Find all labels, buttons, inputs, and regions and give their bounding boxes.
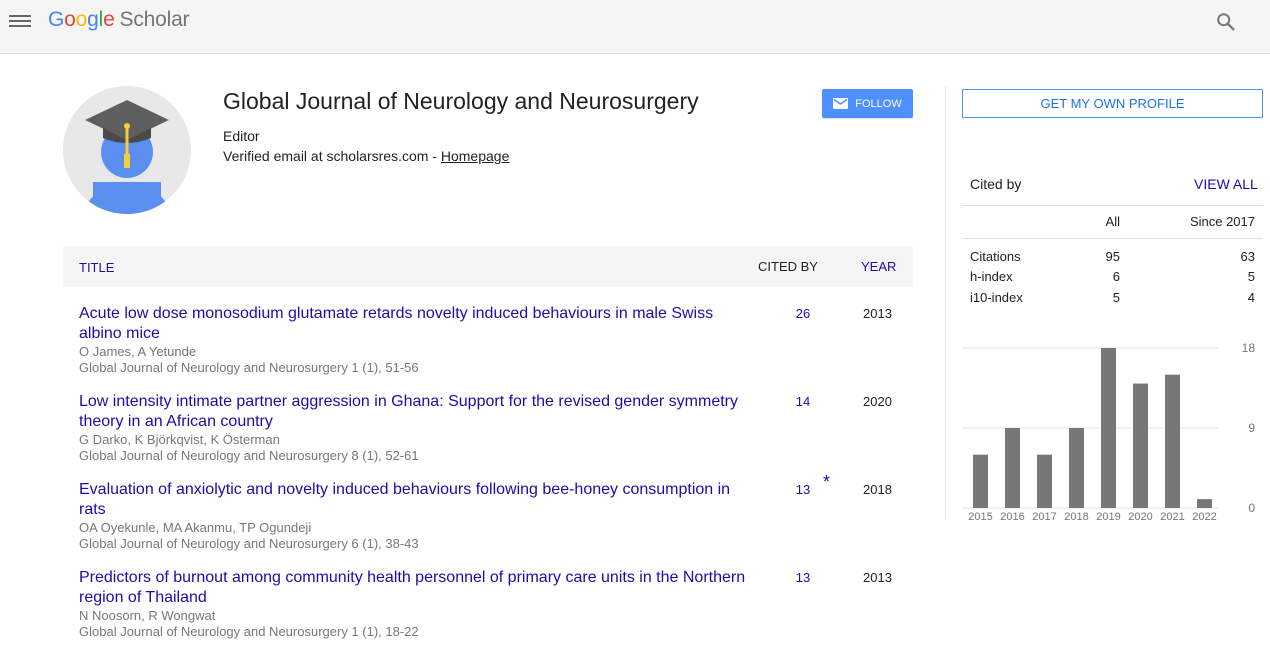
stat-label: Citations bbox=[970, 249, 1021, 264]
follow-button[interactable]: FOLLOW bbox=[822, 89, 913, 118]
hamburger-menu-icon[interactable] bbox=[9, 12, 31, 30]
article-title-link[interactable]: Low intensity intimate partner aggressio… bbox=[79, 392, 749, 432]
chart-y-tick-label: 0 bbox=[1248, 501, 1255, 515]
chart-x-tick-label: 2022 bbox=[1192, 511, 1216, 523]
article-authors: G Darko, K Björkqvist, K Österman bbox=[79, 432, 280, 447]
sort-by-year[interactable]: YEAR bbox=[861, 259, 896, 274]
article-year: 2013 bbox=[863, 306, 892, 321]
stats-divider bbox=[962, 238, 1263, 239]
homepage-link[interactable]: Homepage bbox=[441, 148, 510, 164]
citations-per-year-chart: 0 9 18 2015 2016 2017 2018 2019 2020 2021 2022 bbox=[962, 341, 1256, 523]
chart-bar[interactable] bbox=[1165, 374, 1180, 508]
magnifier-icon[interactable] bbox=[1215, 11, 1237, 33]
chart-bar[interactable] bbox=[1197, 499, 1212, 508]
stat-row-h-index: h-index 6 5 bbox=[962, 269, 1263, 289]
table-row: Acute low dose monosodium glutamate reta… bbox=[63, 304, 913, 380]
cited-by-count-link[interactable]: 13 bbox=[783, 482, 823, 497]
chart-x-tick-label: 2020 bbox=[1128, 511, 1152, 523]
logo-letter: e bbox=[103, 8, 115, 31]
logo-letter: g bbox=[87, 8, 99, 31]
table-row: Evaluation of anxiolytic and novelty ind… bbox=[63, 472, 913, 556]
chart-x-tick-label: 2021 bbox=[1160, 511, 1184, 523]
chart-bar[interactable] bbox=[1037, 454, 1052, 508]
graduate-avatar-icon bbox=[63, 86, 191, 214]
merged-citation-star[interactable]: * bbox=[823, 472, 830, 493]
logo-letter: o bbox=[75, 8, 88, 31]
chart-bar[interactable] bbox=[1101, 348, 1116, 508]
chart-bar[interactable] bbox=[1069, 428, 1084, 508]
stat-all-value: 6 bbox=[1112, 269, 1120, 284]
chart-y-tick-label: 18 bbox=[1242, 341, 1256, 355]
follow-label: FOLLOW bbox=[855, 97, 902, 110]
article-venue: Global Journal of Neurology and Neurosur… bbox=[79, 624, 419, 639]
stat-since-value: 4 bbox=[1247, 290, 1255, 305]
stat-all-value: 95 bbox=[1105, 249, 1120, 264]
sidebar-divider bbox=[945, 86, 946, 520]
profile-affiliation: Editor bbox=[223, 128, 260, 144]
table-row: Low intensity intimate partner aggressio… bbox=[63, 392, 913, 468]
chart-x-tick-label: 2017 bbox=[1032, 511, 1056, 523]
stat-label: i10-index bbox=[970, 290, 1023, 305]
chart-bar[interactable] bbox=[1133, 383, 1148, 508]
chart-bar[interactable] bbox=[973, 454, 988, 508]
cited-by-count-link[interactable]: 13 bbox=[783, 570, 823, 585]
article-venue: Global Journal of Neurology and Neurosur… bbox=[79, 536, 419, 551]
logo-product-name: Scholar bbox=[119, 8, 190, 31]
get-my-own-profile-button[interactable]: GET MY OWN PROFILE bbox=[962, 89, 1263, 118]
logo-letter: o bbox=[64, 8, 76, 31]
verified-email-text: Verified email at scholarsres.com - bbox=[223, 148, 441, 164]
chart-x-tick-label: 2015 bbox=[968, 511, 992, 523]
table-row: Predictors of burnout among community he… bbox=[63, 568, 913, 644]
stat-since-value: 63 bbox=[1240, 249, 1255, 264]
stat-row-citations: Citations 95 63 bbox=[962, 249, 1263, 269]
article-year: 2020 bbox=[863, 394, 892, 409]
stats-col-since: Since 2017 bbox=[1189, 214, 1255, 229]
article-authors: O James, A Yetunde bbox=[79, 344, 197, 359]
stat-label: h-index bbox=[970, 269, 1013, 284]
stats-divider bbox=[962, 205, 1263, 206]
view-all-link[interactable]: VIEW ALL bbox=[1194, 176, 1258, 192]
article-authors: N Noosorn, R Wongwat bbox=[79, 608, 216, 623]
top-bar: Google Scholar bbox=[0, 0, 1270, 54]
article-title-link[interactable]: Predictors of burnout among community he… bbox=[79, 568, 749, 608]
stat-row-i10-index: i10-index 5 4 bbox=[962, 290, 1263, 310]
google-scholar-logo[interactable]: Google Scholar bbox=[48, 8, 190, 32]
stat-all-value: 5 bbox=[1112, 290, 1120, 305]
logo-letter: G bbox=[48, 8, 65, 31]
cited-by-column-header: CITED BY bbox=[758, 259, 818, 274]
table-header: TITLE CITED BY YEAR bbox=[63, 246, 913, 287]
article-year: 2018 bbox=[863, 482, 892, 497]
chart-x-tick-label: 2018 bbox=[1064, 511, 1088, 523]
cited-by-count-link[interactable]: 26 bbox=[783, 306, 823, 321]
cited-by-count-link[interactable]: 14 bbox=[783, 394, 823, 409]
article-title-link[interactable]: Acute low dose monosodium glutamate reta… bbox=[79, 304, 749, 344]
article-authors: OA Oyekunle, MA Akanmu, TP Ogundeji bbox=[79, 520, 312, 535]
profile-email: Verified email at scholarsres.com - Home… bbox=[223, 148, 509, 164]
chart-bar[interactable] bbox=[1005, 428, 1020, 508]
article-year: 2013 bbox=[863, 570, 892, 585]
cited-by-heading: Cited by bbox=[970, 176, 1022, 192]
article-venue: Global Journal of Neurology and Neurosur… bbox=[79, 360, 419, 375]
article-title-link[interactable]: Evaluation of anxiolytic and novelty ind… bbox=[79, 480, 749, 520]
stats-col-all: All bbox=[1105, 214, 1120, 229]
chart-y-tick-label: 9 bbox=[1248, 421, 1255, 435]
logo-google-wordmark: Google bbox=[48, 8, 115, 31]
article-venue: Global Journal of Neurology and Neurosur… bbox=[79, 448, 419, 463]
chart-x-tick-label: 2016 bbox=[1000, 511, 1024, 523]
stat-since-value: 5 bbox=[1247, 269, 1255, 284]
chart-x-tick-label: 2019 bbox=[1096, 511, 1120, 523]
sort-by-title[interactable]: TITLE bbox=[79, 260, 114, 275]
envelope-icon bbox=[833, 98, 849, 109]
profile-name: Global Journal of Neurology and Neurosur… bbox=[223, 88, 699, 114]
